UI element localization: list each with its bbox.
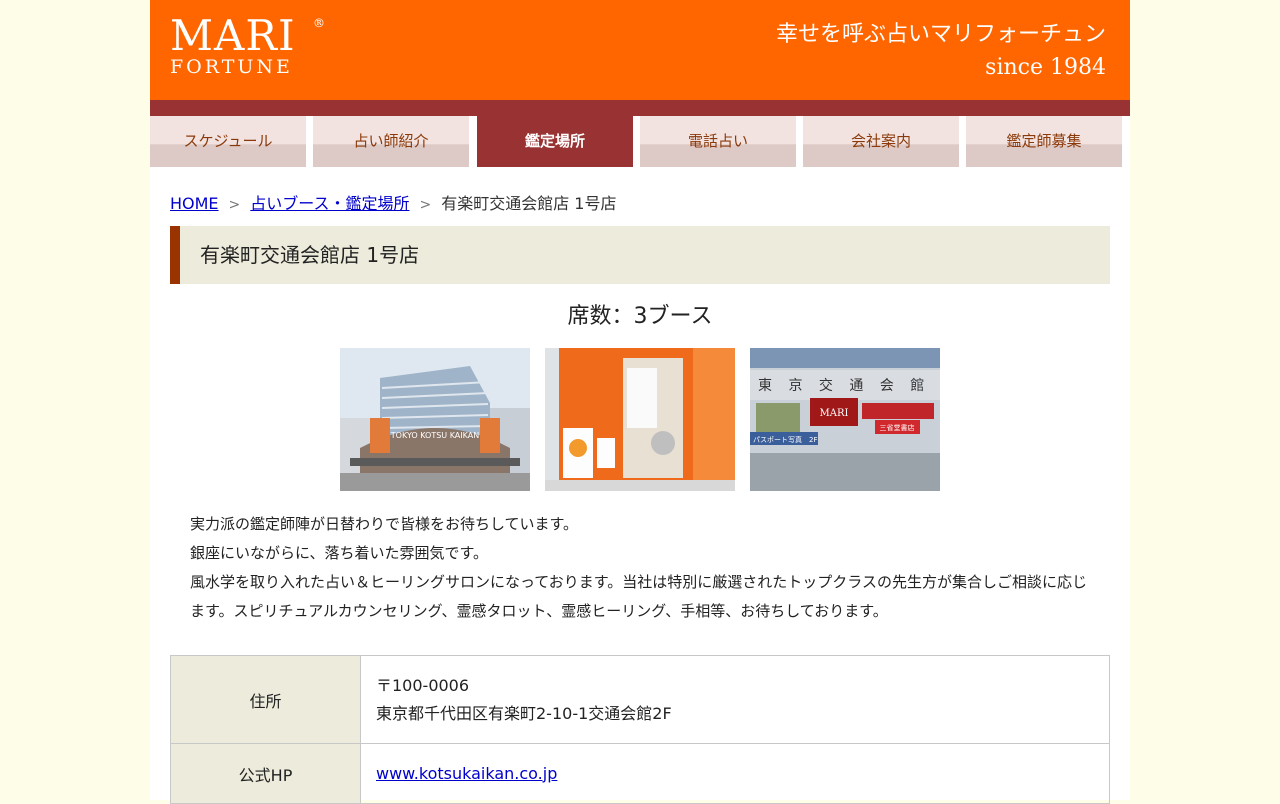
site-header: MARI ® FORTUNE 幸せを呼ぶ占いマリフォーチュン since 198…: [150, 0, 1130, 100]
homepage-label: 公式HP: [170, 743, 361, 804]
page-title-box: 有楽町交通会館店 1号店: [170, 226, 1110, 284]
breadcrumb: HOME > 占いブース・鑑定場所 > 有楽町交通会館店 1号店: [170, 190, 617, 214]
building-sign-image: 東 京 交 通 会 館 MARI 三省堂書店 パスポート写真 2F: [750, 348, 940, 491]
postal-code: 〒100-0006: [376, 675, 470, 695]
description-line: 銀座にいながらに、落ち着いた雰囲気です。: [190, 544, 489, 562]
table-row: 住所 〒100-0006 東京都千代田区有楽町2-10-1交通会館2F: [170, 655, 1110, 744]
page: MARI ® FORTUNE 幸せを呼ぶ占いマリフォーチュン since 198…: [150, 0, 1130, 804]
address-text: 東京都千代田区有楽町2-10-1交通会館2F: [376, 703, 672, 723]
breadcrumb-section-link[interactable]: 占いブース・鑑定場所: [250, 194, 409, 213]
site-logo[interactable]: MARI ® FORTUNE: [170, 11, 325, 79]
building-exterior-image: TOKYO KOTSU KAIKAN: [340, 348, 530, 491]
nav-company[interactable]: 会社案内: [803, 116, 959, 167]
breadcrumb-separator: >: [228, 197, 241, 213]
building-sign-text: TOKYO KOTSU KAIKAN: [390, 431, 479, 440]
breadcrumb-separator: >: [419, 197, 432, 213]
address-label: 住所: [170, 655, 361, 744]
nav-phone-fortune[interactable]: 電話占い: [640, 116, 796, 167]
page-title: 有楽町交通会館店 1号店: [200, 243, 420, 267]
nav-locations[interactable]: 鑑定場所: [477, 116, 633, 167]
breadcrumb-home-link[interactable]: HOME: [170, 194, 219, 213]
nav-fortune-tellers[interactable]: 占い師紹介: [313, 116, 469, 167]
homepage-link[interactable]: www.kotsukaikan.co.jp: [376, 764, 557, 783]
logo-subtitle: FORTUNE: [170, 56, 293, 78]
passport-banner-text: パスポート写真 2F: [753, 435, 817, 444]
registered-mark: ®: [313, 16, 325, 30]
brand-sign-text: MARI: [820, 408, 849, 419]
building-sign-photo[interactable]: 東 京 交 通 会 館 MARI 三省堂書店 パスポート写真 2F: [750, 348, 940, 491]
location-description: 実力派の鑑定師陣が日替わりで皆様をお待ちしています。 銀座にいながらに、落ち着い…: [190, 510, 1100, 626]
description-line: 風水学を取り入れた占い＆ヒーリングサロンになっております。当社は特別に厳選された…: [190, 573, 1088, 620]
tagline-main: 幸せを呼ぶ占いマリフォーチュン: [775, 22, 1106, 47]
building-name-sign: 東 京 交 通 会 館: [758, 377, 930, 394]
booth-interior-photo[interactable]: [545, 348, 735, 491]
nav-recruit[interactable]: 鑑定師募集: [966, 116, 1122, 167]
shop-sign-text: 三省堂書店: [880, 423, 915, 432]
seat-count: 席数：3ブース: [567, 304, 713, 329]
header-band: [150, 100, 1130, 116]
tagline-since: since 1984: [985, 55, 1106, 80]
description-line: 実力派の鑑定師陣が日替わりで皆様をお待ちしています。: [190, 515, 579, 533]
header-tagline: 幸せを呼ぶ占いマリフォーチュン since 1984: [776, 18, 1106, 84]
booth-interior-image: [545, 348, 735, 491]
building-exterior-photo[interactable]: TOKYO KOTSU KAIKAN: [340, 348, 530, 491]
homepage-cell: www.kotsukaikan.co.jp: [360, 743, 1110, 804]
main-nav: スケジュール 占い師紹介 鑑定場所 電話占い 会社案内 鑑定師募集: [150, 116, 1130, 168]
breadcrumb-current: 有楽町交通会館店 1号店: [441, 194, 617, 213]
location-info-table: 住所 〒100-0006 東京都千代田区有楽町2-10-1交通会館2F 公式HP…: [170, 655, 1110, 804]
table-row: 公式HP www.kotsukaikan.co.jp: [170, 743, 1110, 804]
nav-schedule[interactable]: スケジュール: [150, 116, 306, 167]
address-cell: 〒100-0006 東京都千代田区有楽町2-10-1交通会館2F: [360, 655, 1110, 744]
logo-wordmark: MARI: [170, 11, 296, 60]
